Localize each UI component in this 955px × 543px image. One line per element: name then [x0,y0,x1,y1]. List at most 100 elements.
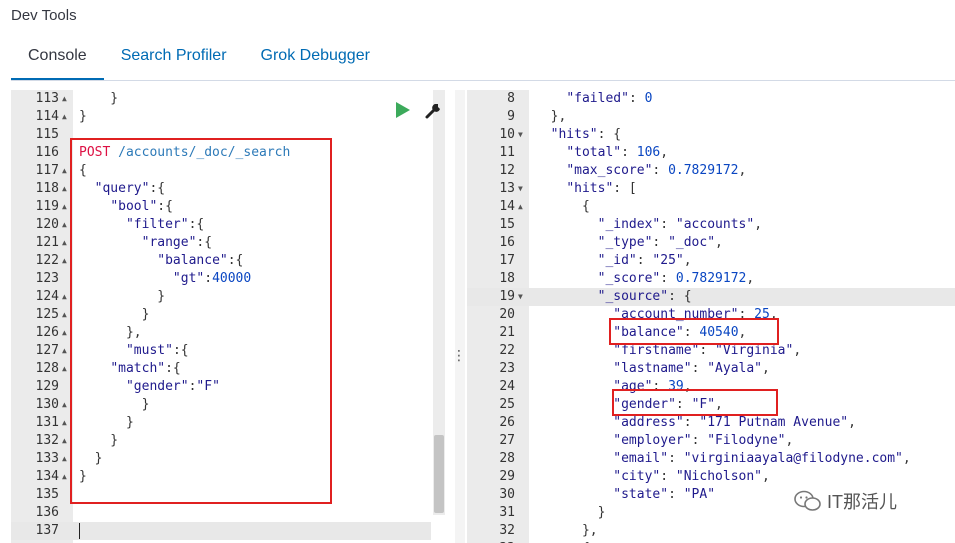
fold-toggle-icon[interactable]: ▲ [62,468,67,486]
fold-toggle-icon[interactable]: ▲ [62,198,67,216]
code-line[interactable]: 122 ▲ "balance":{ [11,252,431,270]
fold-toggle-icon[interactable]: ▼ [518,180,523,198]
code-line[interactable]: 10 ▼ "hits": { [467,126,955,144]
code-text: "email": "virginiaayala@filodyne.com", [535,450,910,468]
fold-toggle-icon[interactable]: ▲ [62,180,67,198]
code-line[interactable]: 22 "firstname": "Virginia", [467,342,955,360]
code-line[interactable]: 24 "age": 39, [467,378,955,396]
code-line[interactable]: 19 ▼ "_source": { [467,288,955,306]
fold-toggle-icon[interactable]: ▲ [62,414,67,432]
fold-toggle-icon[interactable]: ▲ [62,252,67,270]
code-line[interactable]: 115 [11,126,431,144]
code-line[interactable]: 16 "_type": "_doc", [467,234,955,252]
fold-toggle-icon[interactable]: ▲ [62,450,67,468]
code-line[interactable]: 117 ▲ { [11,162,431,180]
code-line[interactable]: 133 ▲ } [11,450,431,468]
code-token: : [660,271,676,286]
play-icon[interactable] [396,102,410,118]
line-number: 10 [499,127,515,142]
app-title: Dev Tools [11,7,77,24]
code-line[interactable]: 137 [11,522,431,540]
fold-toggle-icon[interactable]: ▲ [518,198,523,216]
line-number: 18 [499,271,515,286]
code-line[interactable]: 126 ▲ }, [11,324,431,342]
code-token: "F" [196,379,220,394]
fold-toggle-icon[interactable]: ▲ [62,108,67,126]
code-line[interactable]: 113 ▲ } [11,90,431,108]
code-line[interactable]: 23 "lastname": "Ayala", [467,360,955,378]
code-line[interactable]: 129 "gender":"F" [11,378,431,396]
code-text: } [79,414,134,432]
tab-grok-debugger[interactable]: Grok Debugger [244,36,387,80]
code-line[interactable]: 124 ▲ } [11,288,431,306]
code-line[interactable]: 28 "email": "virginiaayala@filodyne.com"… [467,450,955,468]
fold-toggle-icon[interactable]: ▼ [518,126,523,144]
fold-toggle-icon[interactable]: ▲ [62,306,67,324]
code-line[interactable]: 136 [11,504,431,522]
code-token: "_index" [597,217,661,232]
code-line[interactable]: 20 "account_number": 25, [467,306,955,324]
code-line[interactable]: 12 "max_score": 0.7829172, [467,162,955,180]
code-line[interactable]: 135 [11,486,431,504]
code-token: : [ [613,181,637,196]
fold-toggle-icon[interactable]: ▲ [62,432,67,450]
code-line[interactable]: 134 ▲} [11,468,431,486]
code-line[interactable]: 15 "_index": "accounts", [467,216,955,234]
code-line[interactable]: 9 }, [467,108,955,126]
code-line[interactable]: 27 "employer": "Filodyne", [467,432,955,450]
code-line[interactable]: 131 ▲ } [11,414,431,432]
wrench-icon[interactable] [424,100,444,120]
code-token: "gender" [125,379,189,394]
code-token: "_id" [597,253,637,268]
code-line[interactable]: 18 "_score": 0.7829172, [467,270,955,288]
fold-toggle-icon[interactable]: ▲ [62,288,67,306]
code-line[interactable]: 21 "balance": 40540, [467,324,955,342]
code-line[interactable]: 119 ▲ "bool":{ [11,198,431,216]
request-scrollbar[interactable] [433,90,445,515]
code-line[interactable]: 130 ▲ } [11,396,431,414]
code-line[interactable]: 128 ▲ "match":{ [11,360,431,378]
code-line[interactable]: 120 ▲ "filter":{ [11,216,431,234]
response-editor[interactable]: 8 "failed": 09 }, 10 ▼ "hits": {11 "total"… [467,90,955,543]
code-line[interactable]: 17 "_id": "25", [467,252,955,270]
fold-toggle-icon[interactable]: ▼ [518,288,523,306]
code-line[interactable]: 118 ▲ "query":{ [11,180,431,198]
code-line[interactable]: 26 "address": "171 Putnam Avenue", [467,414,955,432]
code-line[interactable]: 11 "total": 106, [467,144,955,162]
code-line[interactable]: 132 ▲ } [11,432,431,450]
fold-toggle-icon[interactable]: ▲ [62,324,67,342]
fold-toggle-icon[interactable]: ▲ [62,342,67,360]
code-token: "Nicholson" [675,469,762,484]
code-line[interactable]: 13 ▼ "hits": [ [467,180,955,198]
code-line[interactable]: 114 ▲} [11,108,431,126]
code-line[interactable]: 25 "gender": "F", [467,396,955,414]
code-text: "employer": "Filodyne", [535,432,793,450]
code-line[interactable]: 125 ▲ } [11,306,431,324]
line-number: 134 [35,469,59,484]
code-line[interactable]: 127 ▲ "must":{ [11,342,431,360]
tab-console[interactable]: Console [11,36,104,80]
code-text: "_id": "25", [535,252,692,270]
fold-toggle-icon[interactable]: ▲ [62,162,67,180]
fold-toggle-icon[interactable]: ▲ [62,234,67,252]
fold-toggle-icon[interactable]: ▲ [62,90,67,108]
request-scrollbar-thumb[interactable] [434,435,444,513]
code-line[interactable]: 123 "gt":40000 [11,270,431,288]
code-line[interactable]: 121 ▲ "range":{ [11,234,431,252]
fold-toggle-icon[interactable]: ▲ [62,216,67,234]
code-line[interactable]: 32 }, [467,522,955,540]
code-line[interactable]: 116 POST /accounts/_doc/_search [11,144,431,162]
code-token: , [660,145,669,160]
line-number: 27 [499,433,515,448]
vertical-dots-icon[interactable]: ⋮ [452,346,466,364]
line-number: 15 [499,217,515,232]
request-editor[interactable]: 113 ▲ } 114 ▲} 115 116 POST /accounts/_doc/_se… [11,90,431,543]
code-line[interactable]: 14 ▲ { [467,198,955,216]
code-line[interactable]: 8 "failed": 0 [467,90,955,108]
fold-toggle-icon[interactable]: ▲ [62,396,67,414]
fold-toggle-icon[interactable]: ▲ [62,360,67,378]
code-token: "must" [125,343,173,358]
code-line[interactable]: 29 "city": "Nicholson", [467,468,955,486]
tab-search-profiler[interactable]: Search Profiler [104,36,244,80]
